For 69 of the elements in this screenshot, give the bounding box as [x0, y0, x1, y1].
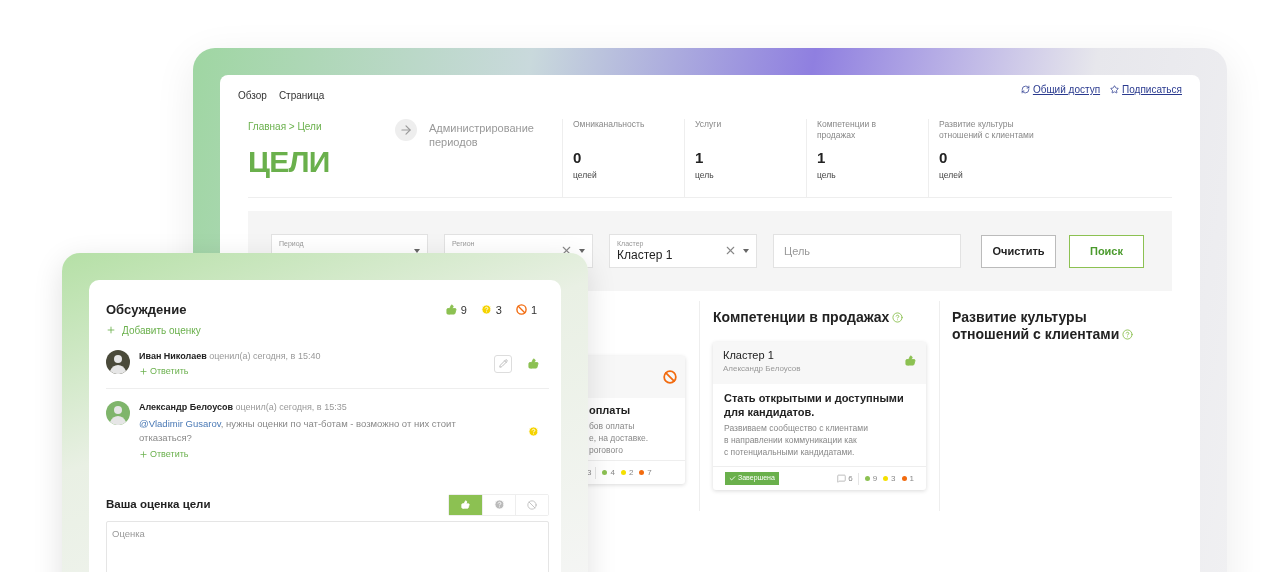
rating-count: 3 — [495, 302, 502, 318]
discussion-title: Обсуждение — [106, 301, 187, 319]
stat-label: Омниканальность — [573, 119, 646, 131]
comment-count: 6 — [848, 472, 853, 485]
card-title: Стать открытыми и доступными для кандидатов. — [724, 391, 904, 419]
action-link[interactable]: Подписаться — [1110, 82, 1182, 97]
edit-button[interactable] — [494, 354, 512, 373]
clear-button[interactable]: Очистить — [981, 234, 1056, 268]
stat-value: 0 — [939, 149, 949, 167]
plus-icon — [139, 450, 148, 460]
avatar — [106, 349, 130, 374]
your-rating-title: Ваша оценка цели — [106, 496, 211, 512]
count: 3 — [891, 472, 896, 485]
stat-value: 0 — [573, 149, 583, 167]
comment-header: Александр Белоусов оценил(а) сегодня, в 15:35 — [139, 401, 348, 413]
star-icon — [1110, 85, 1120, 94]
comment-icon — [837, 474, 847, 483]
ban-icon — [527, 499, 537, 510]
plus-icon — [139, 366, 148, 376]
card-description: Развиваем сообщество с клиентами в направлении коммуникации как с потенциальными кандидатами. — [724, 422, 869, 458]
column-title: Компетенции в продажах — [713, 309, 939, 326]
count: 2 — [628, 466, 634, 479]
help-icon[interactable] — [892, 311, 904, 323]
comment-text: @Vladimir Gusarov, нужны оценки по чат-ботам - возможно от них стоит отказаться? — [139, 417, 457, 445]
thumbs-up-icon — [445, 304, 457, 316]
avatar — [106, 401, 130, 425]
nav-link[interactable]: Страница — [278, 88, 325, 103]
page-title: ЦЕЛИ — [248, 146, 331, 178]
stat-label: Развитие культуры отношений с клиентами — [939, 119, 1035, 142]
card-author: Александр Белоусов — [723, 363, 801, 375]
ban-icon — [515, 304, 527, 316]
count: 4 — [610, 466, 615, 479]
stat-label: Услуги — [695, 119, 723, 131]
count: 9 — [872, 472, 878, 485]
search-button[interactable]: Поиск — [1069, 234, 1144, 268]
question-icon — [493, 499, 505, 510]
card-description: бов оплаты е, на доставке. рогового — [589, 420, 650, 456]
card-cluster: Кластер 1 — [723, 349, 775, 362]
dropdown-caret-icon — [743, 249, 749, 253]
rating-option[interactable] — [449, 494, 482, 515]
mention-link[interactable]: @Vladimir Gusarov — [139, 418, 221, 429]
field-value: Кластер 1 — [617, 248, 674, 263]
share-icon — [1020, 85, 1030, 94]
thumbs-up-icon — [461, 500, 470, 509]
card-title: оплаты — [589, 403, 632, 417]
rating-option[interactable] — [515, 494, 548, 515]
stat-unit: целей — [573, 169, 598, 182]
stat-value: 1 — [817, 149, 827, 167]
stat-unit: цель — [695, 169, 715, 182]
breadcrumb: Главная > Цели — [248, 120, 323, 134]
question-icon — [480, 304, 492, 316]
nav-link[interactable]: Обзор — [238, 88, 267, 103]
goal-field[interactable]: Цель — [773, 234, 961, 268]
stat-unit: цель — [817, 169, 837, 182]
help-icon[interactable] — [1122, 328, 1134, 340]
action-link[interactable]: Общий доступ — [1020, 82, 1101, 97]
column-title: Развитие культуры отношений с клиентами — [952, 309, 1140, 343]
clear-icon[interactable] — [724, 244, 737, 257]
pencil-icon — [498, 359, 508, 369]
rating-comment-field[interactable]: Оценка — [106, 520, 549, 572]
stat-value: 1 — [695, 149, 705, 167]
stat-label: Компетенции в продажах — [817, 119, 878, 142]
rating-count: 9 — [460, 302, 467, 318]
plus-icon — [106, 325, 116, 335]
count: 1 — [909, 472, 914, 485]
rating-count: 1 — [530, 302, 537, 318]
stat-unit: целей — [939, 169, 964, 182]
count: 7 — [647, 466, 652, 479]
comment-header: Иван Николаев оценил(а) сегодня, в 15:40 — [139, 349, 322, 362]
